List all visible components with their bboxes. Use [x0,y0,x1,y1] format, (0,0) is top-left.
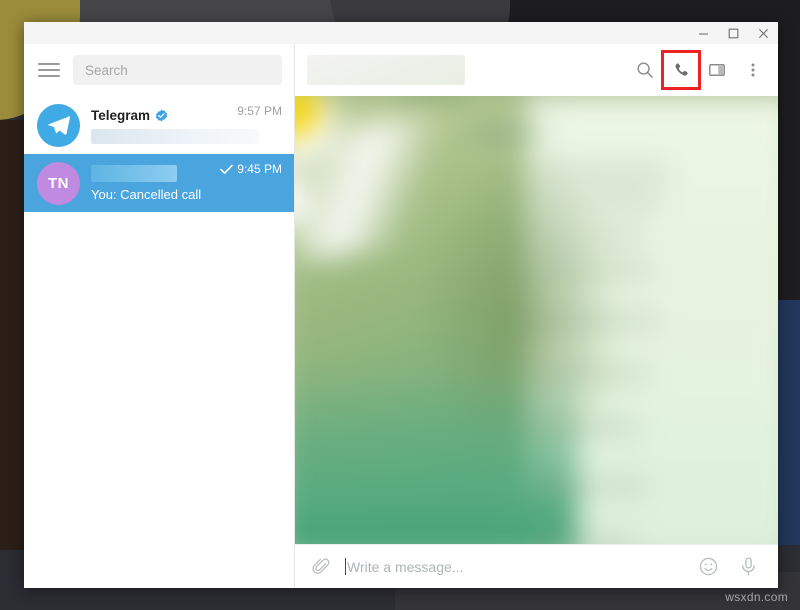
message-input[interactable]: Write a message... [345,545,686,588]
list-item-meta: 9:45 PM [220,162,282,176]
list-item-content: You: Cancelled call [91,164,212,202]
window-titlebar [24,22,778,44]
verified-badge-icon [155,109,168,121]
list-item-content: Telegram [91,107,259,144]
avatar: TN [37,161,80,205]
search-placeholder: Search [85,62,128,78]
sidebar-toolbar: Search [24,44,294,96]
chat-message-area[interactable] [295,96,778,544]
emoji-icon[interactable] [694,553,722,581]
chat-sidebar: Search Telegram 9:57 PM TN You: Cancelle… [24,44,295,588]
chat-timestamp: 9:57 PM [237,104,282,118]
minimize-button[interactable] [688,22,718,44]
hamburger-menu-icon[interactable] [38,57,64,83]
message-placeholder: Write a message... [347,558,464,575]
avatar-initials: TN [48,174,69,192]
list-item[interactable]: TN You: Cancelled call 9:45 PM [24,154,294,212]
chat-timestamp: 9:45 PM [237,162,282,176]
maximize-button[interactable] [718,22,748,44]
paperclip-icon[interactable] [307,553,335,581]
panel-icon[interactable] [700,53,734,87]
message-composer: Write a message... [295,544,778,588]
close-button[interactable] [748,22,778,44]
sent-check-icon [220,164,234,175]
chat-list[interactable]: Telegram 9:57 PM TN You: Cancelled call … [24,96,294,588]
chat-title-redacted [91,165,177,182]
telegram-plane-icon [47,116,70,135]
blurred-chat-content [295,96,778,544]
chat-header-actions [628,50,770,90]
chat-preview-redacted [91,128,259,144]
microphone-icon[interactable] [734,553,762,581]
chat-header [295,44,778,96]
search-icon[interactable] [628,53,662,87]
more-vertical-icon[interactable] [736,53,770,87]
search-input[interactable]: Search [73,55,282,85]
text-caret [345,558,346,575]
composer-actions [694,553,762,581]
chat-title: Telegram [91,107,151,123]
avatar [37,103,80,147]
list-item[interactable]: Telegram 9:57 PM [24,96,294,154]
phone-call-icon[interactable] [661,50,701,90]
watermark: wsxdn.com [725,590,788,604]
chat-panel: Write a message... [295,44,778,588]
desktop-background: Search Telegram 9:57 PM TN You: Cancelle… [0,0,800,610]
chat-header-title-redacted [307,55,465,85]
telegram-window: Search Telegram 9:57 PM TN You: Cancelle… [24,22,778,588]
chat-preview: You: Cancelled call [91,187,202,202]
list-item-meta: 9:57 PM [237,104,282,118]
